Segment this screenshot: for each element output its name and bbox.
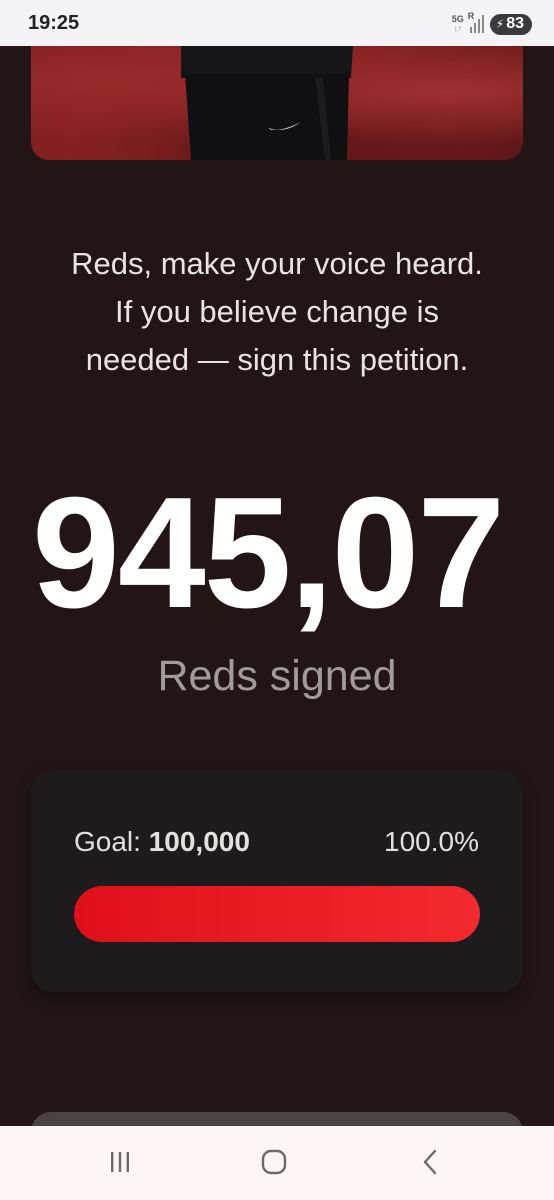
roaming-indicator: R [467,11,475,21]
battery-level: 83 [506,15,524,32]
network-type: 5G [451,14,464,24]
goal-text: Goal: 100,000 [74,826,250,858]
goal-percent: 100.0% [384,826,479,857]
network-5g-icon: 5G ↓↑ [451,14,464,34]
recents-button[interactable] [100,1144,140,1180]
battery-indicator: ⚡ 83 [489,13,532,35]
goal-card: Goal: 100,000 100.0% [31,770,523,992]
goal-label: Goal: [74,826,141,857]
progress-bar [74,886,480,942]
signature-count: 945,07 [32,465,505,641]
hero-image [31,46,523,160]
status-bar: 19:25 5G ↓↑ R ⚡ 83 [0,0,554,46]
home-icon [261,1149,287,1175]
progress-fill [74,886,480,942]
status-icons: 5G ↓↑ R ⚡ 83 [451,11,532,36]
recents-icon [111,1152,129,1172]
navigation-bar [0,1126,554,1200]
message-line: If you believe change is [115,294,439,329]
petition-message: Reds, make your voice heard. If you beli… [20,240,534,384]
player-photo [181,46,353,160]
signal-icon: R [468,11,484,33]
signed-label: Reds signed [157,652,397,700]
message-line: Reds, make your voice heard. [71,246,483,281]
goal-value: 100,000 [148,826,250,857]
charging-icon: ⚡ [495,17,505,31]
back-button[interactable] [410,1144,450,1180]
message-line: needed — sign this petition. [85,342,469,377]
back-icon [423,1149,437,1175]
home-button[interactable] [254,1144,294,1180]
status-time: 19:25 [28,12,80,34]
